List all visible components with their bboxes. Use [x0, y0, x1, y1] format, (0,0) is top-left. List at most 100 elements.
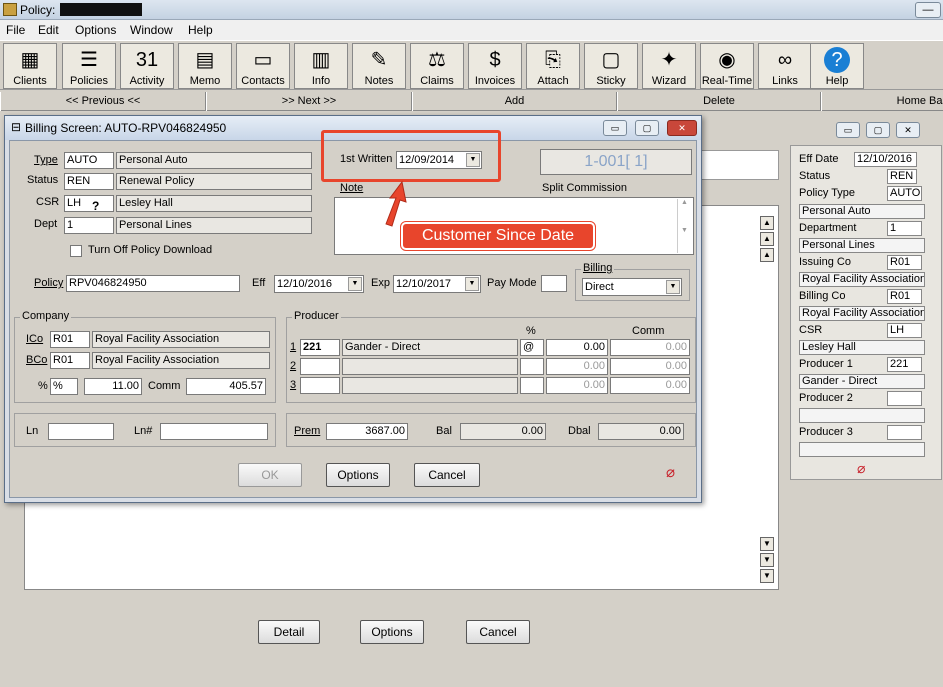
chevron-down-icon[interactable]: ▼ — [666, 280, 680, 294]
dept-code-field[interactable]: 1 — [64, 217, 114, 234]
toolbar-policies-button[interactable]: ☰ Policies — [62, 43, 116, 89]
bottom-options-button[interactable]: Options — [360, 620, 424, 644]
producer-share-field[interactable]: 0.00 — [546, 339, 608, 356]
turn-off-download-checkbox[interactable] — [70, 245, 82, 257]
billing-co-desc: Royal Facility Association — [799, 306, 925, 321]
toolbar-contacts-button[interactable]: ▭ Contacts — [236, 43, 290, 89]
bal-label: Bal — [436, 425, 452, 437]
producer-comm-field[interactable]: 0.00 — [610, 377, 690, 394]
toolbar-real-time-button[interactable]: ◉ Real-Time — [700, 43, 754, 89]
toolbar-help-button[interactable]: ? Help — [810, 43, 864, 89]
policy-type-label: Policy Type — [799, 187, 856, 199]
menu-bar: File Edit Options Window Help — [0, 20, 943, 40]
lnnum-field[interactable] — [160, 423, 268, 440]
scroll-up-button[interactable]: ▲ — [760, 248, 774, 262]
chevron-down-icon[interactable]: ▼ — [348, 277, 362, 291]
policy-number-field[interactable]: RPV046824950 — [66, 275, 240, 292]
producer-pct-field[interactable]: @ — [520, 339, 544, 356]
dialog-close-button[interactable]: ✕ — [667, 120, 697, 136]
toolbar-attach-button[interactable]: ⎘ Attach — [526, 43, 580, 89]
toolbar-claims-button[interactable]: ⚖ Claims — [410, 43, 464, 89]
bg-close-button[interactable]: ✕ — [896, 122, 920, 138]
comm-pct-field[interactable]: 11.00 — [84, 378, 142, 395]
toolbar-label: Real-Time — [701, 75, 753, 87]
dbal-label: Dbal — [568, 425, 591, 437]
producer-code-field[interactable] — [300, 377, 340, 394]
attachment-icon[interactable]: ⌀ — [666, 463, 675, 481]
toolbar-links-button[interactable]: ∞ Links — [758, 43, 812, 89]
toolbar-info-button[interactable]: ▥ Info — [294, 43, 348, 89]
policies-icon: ☰ — [80, 49, 98, 71]
menu-help[interactable]: Help — [188, 23, 213, 37]
toolbar-label: Claims — [420, 75, 454, 87]
prem-field[interactable]: 3687.00 — [326, 423, 408, 440]
toolbar-sticky-button[interactable]: ▢ Sticky — [584, 43, 638, 89]
code-display: 1-001[ 1] — [540, 149, 692, 175]
minimize-button[interactable]: — — [915, 2, 941, 18]
menu-options[interactable]: Options — [75, 23, 116, 37]
producer-code-field[interactable] — [300, 358, 340, 375]
note-scrollbar[interactable]: ▲ ▼ — [677, 199, 691, 253]
chevron-down-icon[interactable]: ▼ — [465, 277, 479, 291]
menu-window[interactable]: Window — [130, 23, 173, 37]
eff-date-field[interactable]: 12/10/2016 ▼ — [274, 275, 364, 293]
type-code-field[interactable]: AUTO — [64, 152, 114, 169]
options-button[interactable]: Options — [326, 463, 390, 487]
cancel-button[interactable]: Cancel — [414, 463, 480, 487]
menu-edit[interactable]: Edit — [38, 23, 59, 37]
producer-comm-field[interactable]: 0.00 — [610, 339, 690, 356]
status-code-field[interactable]: REN — [64, 173, 114, 190]
scroll-pageup-button[interactable]: ▲ — [760, 232, 774, 246]
ln-field[interactable] — [48, 423, 114, 440]
ok-button[interactable]: OK — [238, 463, 302, 487]
producer-pct-field[interactable] — [520, 358, 544, 375]
previous-button[interactable]: << Previous << — [0, 92, 206, 111]
bco-code-field[interactable]: R01 — [50, 352, 90, 369]
scroll-bottom-button[interactable]: ▼ — [760, 569, 774, 583]
attachment-icon[interactable]: ⌀ — [857, 460, 865, 477]
dialog-minimize-button[interactable]: ▭ — [603, 120, 627, 136]
scroll-down-button[interactable]: ▼ — [760, 537, 774, 551]
menu-file[interactable]: File — [6, 23, 25, 37]
navigation-bar: << Previous << >> Next >> Add Delete Hom… — [0, 92, 943, 111]
dialog-body: Type AUTO Personal Auto Status REN Renew… — [9, 140, 697, 498]
csr-desc: Lesley Hall — [799, 340, 925, 355]
scroll-pagedown-button[interactable]: ▼ — [760, 553, 774, 567]
cursor-help-icon: ? — [92, 199, 100, 213]
csr-code-field[interactable]: LH — [64, 195, 114, 212]
toolbar-notes-button[interactable]: ✎ Notes — [352, 43, 406, 89]
toolbar-clients-button[interactable]: ▦ Clients — [3, 43, 57, 89]
eff-date-label: Eff Date — [799, 153, 839, 165]
producer-name-field — [342, 377, 518, 394]
bg-minimize-button[interactable]: ▭ — [836, 122, 860, 138]
producer-share-field[interactable]: 0.00 — [546, 358, 608, 375]
delete-button[interactable]: Delete — [617, 92, 821, 111]
toolbar-invoices-button[interactable]: $ Invoices — [468, 43, 522, 89]
toolbar-memo-button[interactable]: ▤ Memo — [178, 43, 232, 89]
memo-icon: ▤ — [195, 49, 215, 71]
detail-button[interactable]: Detail — [258, 620, 320, 644]
producer2-label: Producer 2 — [799, 392, 853, 404]
exp-date-field[interactable]: 12/10/2017 ▼ — [393, 275, 481, 293]
billing-value: Direct — [585, 281, 614, 293]
scroll-top-button[interactable]: ▲ — [760, 216, 774, 230]
dialog-restore-button[interactable]: ▢ — [635, 120, 659, 136]
billing-select[interactable]: Direct ▼ — [582, 278, 682, 296]
bg-restore-button[interactable]: ▢ — [866, 122, 890, 138]
toolbar-wizard-button[interactable]: ✦ Wizard — [642, 43, 696, 89]
producer-share-field[interactable]: 0.00 — [546, 377, 608, 394]
calendar-icon: 31 — [135, 49, 159, 71]
add-button[interactable]: Add — [412, 92, 617, 111]
producer-code-field[interactable]: 221 — [300, 339, 340, 356]
producer-pct-field[interactable] — [520, 377, 544, 394]
eff-label: Eff — [252, 277, 266, 289]
next-button[interactable]: >> Next >> — [206, 92, 412, 111]
toolbar-activity-button[interactable]: 31 Activity — [120, 43, 174, 89]
pct-type-field[interactable]: % — [50, 378, 78, 395]
producer-comm-field[interactable]: 0.00 — [610, 358, 690, 375]
bottom-cancel-button[interactable]: Cancel — [466, 620, 530, 644]
ico-code-field[interactable]: R01 — [50, 331, 90, 348]
home-base-button[interactable]: Home Bas — [821, 92, 943, 111]
pay-mode-field[interactable] — [541, 275, 567, 292]
comm-amount-field[interactable]: 405.57 — [186, 378, 266, 395]
